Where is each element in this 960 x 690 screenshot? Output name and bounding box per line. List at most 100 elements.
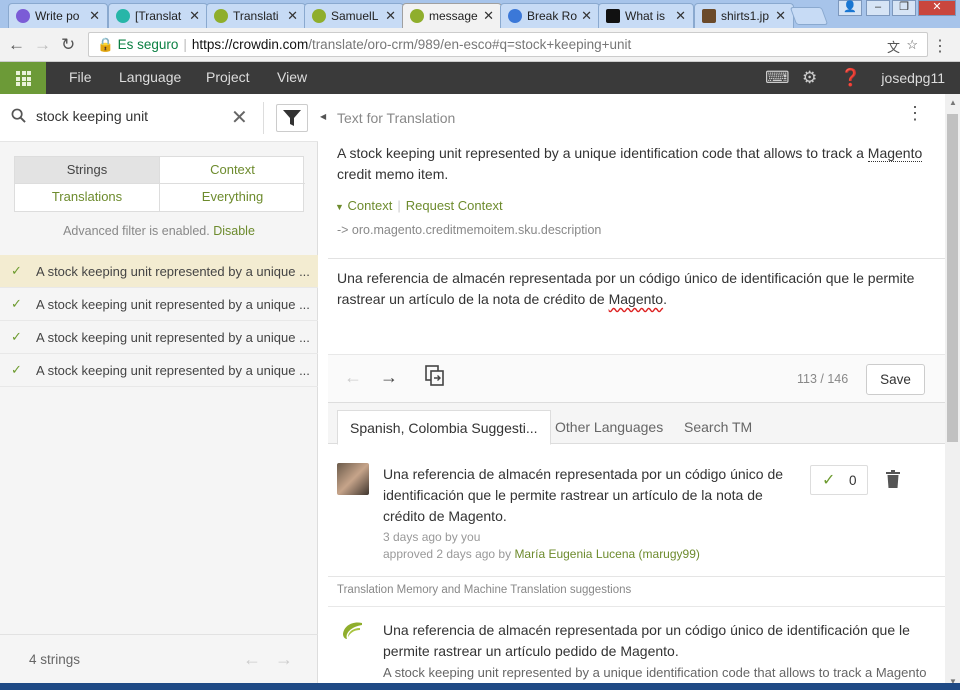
browser-tab[interactable]: [Translat ✕ (108, 3, 208, 28)
strings-panel: ✕ Strings Context Translations Everythin… (0, 94, 318, 690)
browser-tab[interactable]: Break Ro ✕ (500, 3, 600, 28)
tab-close-icon[interactable]: ✕ (775, 8, 786, 24)
tab-close-icon[interactable]: ✕ (189, 8, 200, 24)
suggestion-approval: approved 2 days ago by María Eugenia Luc… (383, 547, 700, 561)
previous-string-icon[interactable]: ← (344, 367, 362, 388)
tab-favicon-icon (702, 9, 716, 23)
disable-filter-link[interactable]: Disable (213, 224, 255, 238)
search-input[interactable] (36, 108, 216, 124)
glossary-term[interactable]: Magento (867, 145, 923, 162)
browser-tab-active[interactable]: message ✕ (402, 3, 502, 28)
browser-tab[interactable]: Write po ✕ (8, 3, 108, 28)
tab-close-icon[interactable]: ✕ (483, 8, 494, 24)
gear-icon[interactable]: ⚙ (802, 68, 817, 88)
filter-context[interactable]: Context (160, 157, 305, 184)
scrollbar-thumb[interactable] (947, 114, 958, 442)
tab-favicon-icon (312, 9, 326, 23)
translation-input[interactable]: Una referencia de almacén representada p… (337, 268, 927, 310)
keyboard-icon[interactable]: ⌨ (765, 68, 790, 88)
prev-page-icon[interactable]: ← (243, 649, 261, 670)
minimize-icon[interactable]: – (866, 0, 890, 16)
check-icon: ✓ (11, 296, 22, 311)
copy-source-icon[interactable] (425, 365, 445, 392)
profile-icon[interactable]: 👤 (838, 0, 862, 16)
tm-suggestion-text[interactable]: Una referencia de almacén representada p… (383, 620, 928, 662)
list-item[interactable]: ✓ A stock keeping unit represented by a u… (0, 321, 318, 354)
trash-icon[interactable] (886, 470, 900, 488)
url-path: /translate/oro-crm/989/en-esco#q=stock+k… (308, 37, 632, 52)
browser-menu-icon[interactable]: ⋮ (932, 36, 948, 56)
menu-project[interactable]: Project (206, 69, 250, 85)
menu-language[interactable]: Language (119, 69, 181, 85)
tm-source-text: A stock keeping unit represented by a un… (383, 665, 927, 680)
next-string-icon[interactable]: → (380, 367, 398, 388)
url-field[interactable]: 🔒 Es seguro | https://crowdin.com/translat… (88, 32, 928, 57)
vote-count: 0 (849, 473, 857, 488)
clear-search-icon[interactable]: ✕ (231, 105, 248, 130)
editor-toolbar: ← → 113 / 146 Save (328, 354, 945, 402)
more-options-icon[interactable]: ⋮ (906, 104, 924, 122)
avatar (337, 463, 369, 495)
apps-grid-button[interactable] (0, 62, 46, 94)
restore-icon[interactable]: ❐ (892, 0, 916, 16)
tab-favicon-icon (214, 9, 228, 23)
tab-close-icon[interactable]: ✕ (675, 8, 686, 24)
help-icon[interactable]: ❓ (840, 68, 861, 88)
menu-view[interactable]: View (277, 69, 307, 85)
filter-strings[interactable]: Strings (15, 157, 160, 184)
check-icon: ✓ (11, 362, 22, 377)
grid-icon (16, 71, 31, 86)
list-item[interactable]: ✓ A stock keeping unit represented by a u… (0, 354, 318, 387)
tab-search-tm[interactable]: Search TM (672, 410, 764, 445)
list-item[interactable]: ✓ A stock keeping unit represented by a u… (0, 255, 318, 288)
filter-button[interactable] (276, 104, 308, 132)
list-footer: 4 strings ← → (0, 634, 318, 690)
suggestion-text[interactable]: Una referencia de almacén representada p… (383, 464, 793, 527)
username[interactable]: josedpg11 (881, 70, 945, 86)
request-context-link[interactable]: Request Context (406, 198, 503, 213)
window-close-icon[interactable]: ✕ (918, 0, 956, 16)
scroll-up-icon[interactable]: ▲ (949, 98, 957, 107)
tab-close-icon[interactable]: ✕ (89, 8, 100, 24)
star-icon[interactable]: ☆ (906, 37, 918, 53)
filter-everything[interactable]: Everything (160, 184, 305, 211)
tab-favicon-icon (410, 9, 424, 23)
tab-close-icon[interactable]: ✕ (385, 8, 396, 24)
check-icon: ✓ (11, 329, 22, 344)
context-row: ▼ Context | Request Context (335, 198, 503, 213)
app-menubar: File Language Project View ⌨ ⚙ ❓ josedpg… (0, 62, 960, 94)
new-tab-button[interactable] (789, 7, 829, 25)
vote-button[interactable]: ✓ 0 (810, 465, 868, 495)
tab-close-icon[interactable]: ✕ (581, 8, 592, 24)
browser-tab[interactable]: SamuelL ✕ (304, 3, 404, 28)
tab-favicon-icon (116, 9, 130, 23)
approver-link[interactable]: María Eugenia Lucena (marugy99) (514, 547, 699, 561)
check-icon: ✓ (822, 472, 836, 489)
menu-file[interactable]: File (69, 69, 92, 85)
editor-scrollbar[interactable]: ▲ ▼ (945, 94, 960, 690)
tab-favicon-icon (508, 9, 522, 23)
save-button[interactable]: Save (866, 364, 925, 395)
forward-arrow-icon[interactable]: → (34, 35, 51, 55)
list-item[interactable]: ✓ A stock keeping unit represented by a u… (0, 288, 318, 321)
context-link[interactable]: Context (348, 198, 393, 213)
funnel-icon (283, 110, 301, 126)
browser-tab[interactable]: Translati ✕ (206, 3, 306, 28)
advanced-filter-notice: Advanced filter is enabled. Disable (63, 224, 255, 238)
chevron-left-icon: ◀ (320, 112, 327, 121)
collapse-panel-handle[interactable]: ◀ (318, 94, 328, 690)
search-row: ✕ (0, 94, 318, 142)
caret-down-icon: ▼ (335, 202, 344, 212)
translate-icon[interactable]: 文 (887, 37, 900, 56)
editor-panel: Text for Translation ⋮ A stock keeping u… (328, 94, 945, 690)
os-taskbar (0, 683, 960, 690)
filter-translations[interactable]: Translations (15, 184, 160, 211)
browser-tab[interactable]: What is ✕ (598, 3, 694, 28)
browser-tab[interactable]: shirts1.jp ✕ (694, 3, 794, 28)
next-page-icon[interactable]: → (275, 649, 293, 670)
tab-other-languages[interactable]: Other Languages (543, 410, 675, 445)
tab-close-icon[interactable]: ✕ (287, 8, 298, 24)
tab-language-suggestions[interactable]: Spanish, Colombia Suggesti... (337, 410, 551, 445)
reload-icon[interactable]: ↻ (61, 35, 75, 55)
back-arrow-icon[interactable]: ← (8, 35, 25, 55)
